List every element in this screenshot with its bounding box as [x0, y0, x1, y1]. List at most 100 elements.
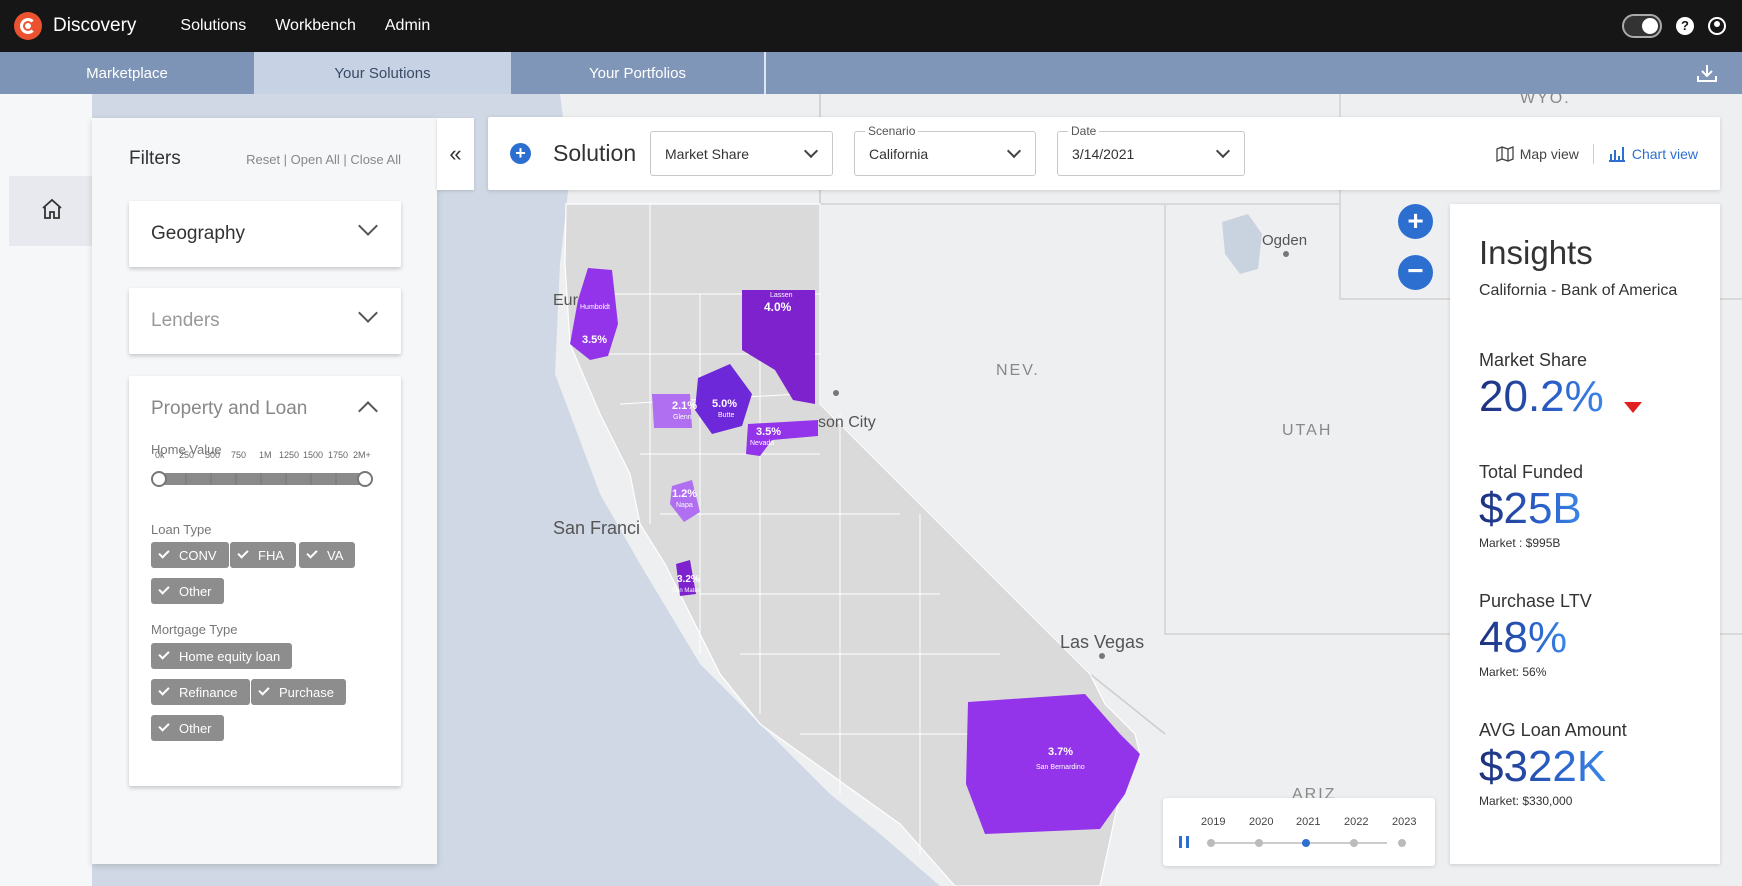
chip-label: Other — [179, 583, 212, 599]
chart-view-button[interactable]: Chart view — [1608, 146, 1698, 162]
mortgage-type-label: Mortgage Type — [151, 622, 238, 637]
add-solution-icon[interactable]: + — [510, 143, 531, 164]
user-account-icon[interactable] — [1708, 17, 1726, 35]
lenders-filter[interactable]: Lenders — [129, 288, 401, 354]
market-share-value: 20.2% — [1479, 372, 1604, 421]
loan-type-label: Loan Type — [151, 522, 212, 537]
timeline-dot-selected[interactable] — [1302, 839, 1310, 847]
timeline-year[interactable]: 2021 — [1296, 816, 1320, 828]
mortgage-type-chip-home-equity[interactable]: Home equity loan — [151, 643, 293, 669]
trend-down-icon — [1624, 402, 1642, 413]
download-icon[interactable] — [1696, 63, 1718, 83]
city-label-ogden: Ogden — [1262, 232, 1308, 249]
scenario-label: Scenario — [865, 124, 919, 138]
view-switcher: Map view Chart view — [1496, 144, 1698, 164]
tab-your-portfolios[interactable]: Your Portfolios — [511, 52, 766, 94]
tick-label: 500 — [205, 450, 221, 460]
timeline-track[interactable] — [1211, 842, 1387, 844]
county-label-nevada: Nevada — [750, 440, 775, 447]
top-nav: Solutions Workbench Admin — [180, 17, 430, 35]
geography-filter[interactable]: Geography — [129, 201, 401, 267]
zoom-out-button[interactable]: − — [1398, 255, 1433, 290]
nav-workbench[interactable]: Workbench — [275, 17, 356, 35]
share-label-humboldt: 3.5% — [582, 334, 608, 346]
loan-type-chip-va[interactable]: VA — [299, 542, 356, 568]
timeline-dot[interactable] — [1350, 839, 1358, 847]
chevron-down-icon[interactable] — [358, 303, 378, 323]
timeline-dot[interactable] — [1255, 839, 1263, 847]
app-title[interactable]: Discovery — [53, 15, 136, 37]
discovery-logo-icon[interactable] — [14, 12, 42, 40]
insights-panel: Insights California - Bank of America Ma… — [1450, 204, 1720, 864]
tick-label: 1750 — [328, 450, 349, 460]
help-icon[interactable]: ? — [1676, 17, 1694, 35]
total-funded-market: Market : $995B — [1479, 536, 1561, 550]
tab-marketplace[interactable]: Marketplace — [0, 52, 254, 94]
state-label-nevada: NEV. — [996, 362, 1040, 379]
county-label-san-mateo: San Mateo — [672, 588, 702, 594]
timeline-year[interactable]: 2019 — [1201, 816, 1225, 828]
top-icons: ? — [1622, 14, 1726, 38]
timeline-year[interactable]: 2020 — [1249, 816, 1273, 828]
chip-label: CONV — [179, 547, 217, 563]
state-label-utah: UTAH — [1282, 422, 1333, 439]
total-funded-label: Total Funded — [1479, 462, 1584, 482]
metric-select[interactable]: Market Share — [650, 131, 833, 176]
date-select[interactable]: Date 3/14/2021 — [1057, 124, 1245, 176]
map-view-button[interactable]: Map view — [1496, 146, 1579, 162]
chip-label: Refinance — [179, 684, 238, 700]
date-value: 3/14/2021 — [1072, 146, 1135, 162]
timeline-dot[interactable] — [1207, 839, 1215, 847]
timeline-year[interactable]: 2023 — [1392, 816, 1416, 828]
nav-solutions[interactable]: Solutions — [180, 17, 246, 35]
mortgage-type-chip-other[interactable]: Other — [151, 715, 224, 741]
zoom-in-button[interactable]: + — [1398, 204, 1433, 239]
top-bar: Discovery Solutions Workbench Admin ? — [0, 0, 1742, 52]
chevron-down-icon — [1006, 143, 1022, 159]
home-value-slider[interactable] — [151, 466, 373, 492]
tab-your-solutions[interactable]: Your Solutions — [254, 52, 511, 94]
timeline-year[interactable]: 2022 — [1344, 816, 1368, 828]
pause-icon[interactable] — [1179, 836, 1189, 848]
nav-admin[interactable]: Admin — [385, 17, 430, 35]
county-label-san-bernardino: San Bernardino — [1036, 764, 1085, 771]
check-icon — [158, 583, 170, 595]
solution-title: Solution — [553, 140, 637, 166]
mortgage-type-chip-refinance[interactable]: Refinance — [151, 679, 250, 705]
chart-view-label: Chart view — [1631, 146, 1698, 162]
scenario-value: California — [869, 146, 929, 162]
loan-type-chip-other[interactable]: Other — [151, 578, 224, 604]
share-label-lassen: 4.0% — [764, 300, 792, 314]
purchase-ltv-label: Purchase LTV — [1479, 591, 1592, 611]
loan-type-chip-fha[interactable]: FHA — [230, 542, 296, 568]
bar-chart-icon — [1608, 147, 1625, 162]
county-label-lassen: Lassen — [770, 292, 793, 299]
total-funded-value: $25B — [1479, 484, 1582, 533]
map-view-label: Map view — [1519, 146, 1579, 162]
share-label-glenn: 2.1% — [672, 400, 698, 412]
county-label-glenn: Glenn — [673, 414, 692, 421]
chip-label: VA — [327, 547, 344, 563]
city-label-eureka: Eur — [553, 292, 578, 309]
chevron-up-icon[interactable] — [358, 401, 378, 421]
state-label-wyoming: WYO. — [1520, 94, 1571, 107]
city-label-las-vegas: Las Vegas — [1060, 632, 1145, 652]
mortgage-type-chip-purchase[interactable]: Purchase — [251, 679, 346, 705]
dark-mode-toggle[interactable] — [1622, 14, 1662, 38]
chevron-down-icon — [803, 143, 819, 159]
share-label-butte: 5.0% — [712, 398, 738, 410]
home-button[interactable] — [9, 176, 92, 246]
property-loan-label[interactable]: Property and Loan — [151, 398, 307, 420]
city-label-san-francisco: San Franci — [553, 518, 641, 538]
collapse-panel-button[interactable]: « — [437, 118, 474, 190]
county-label-humboldt: Humboldt — [580, 304, 610, 311]
check-icon — [158, 684, 170, 696]
timeline-dot[interactable] — [1398, 839, 1406, 847]
chevron-down-icon — [1215, 143, 1231, 159]
map-icon — [1496, 146, 1514, 162]
check-icon — [158, 547, 170, 559]
scenario-select[interactable]: Scenario California — [854, 124, 1036, 176]
filters-actions[interactable]: Reset | Open All | Close All — [246, 152, 401, 167]
loan-type-chip-conv[interactable]: CONV — [151, 542, 229, 568]
chevron-down-icon[interactable] — [358, 216, 378, 236]
